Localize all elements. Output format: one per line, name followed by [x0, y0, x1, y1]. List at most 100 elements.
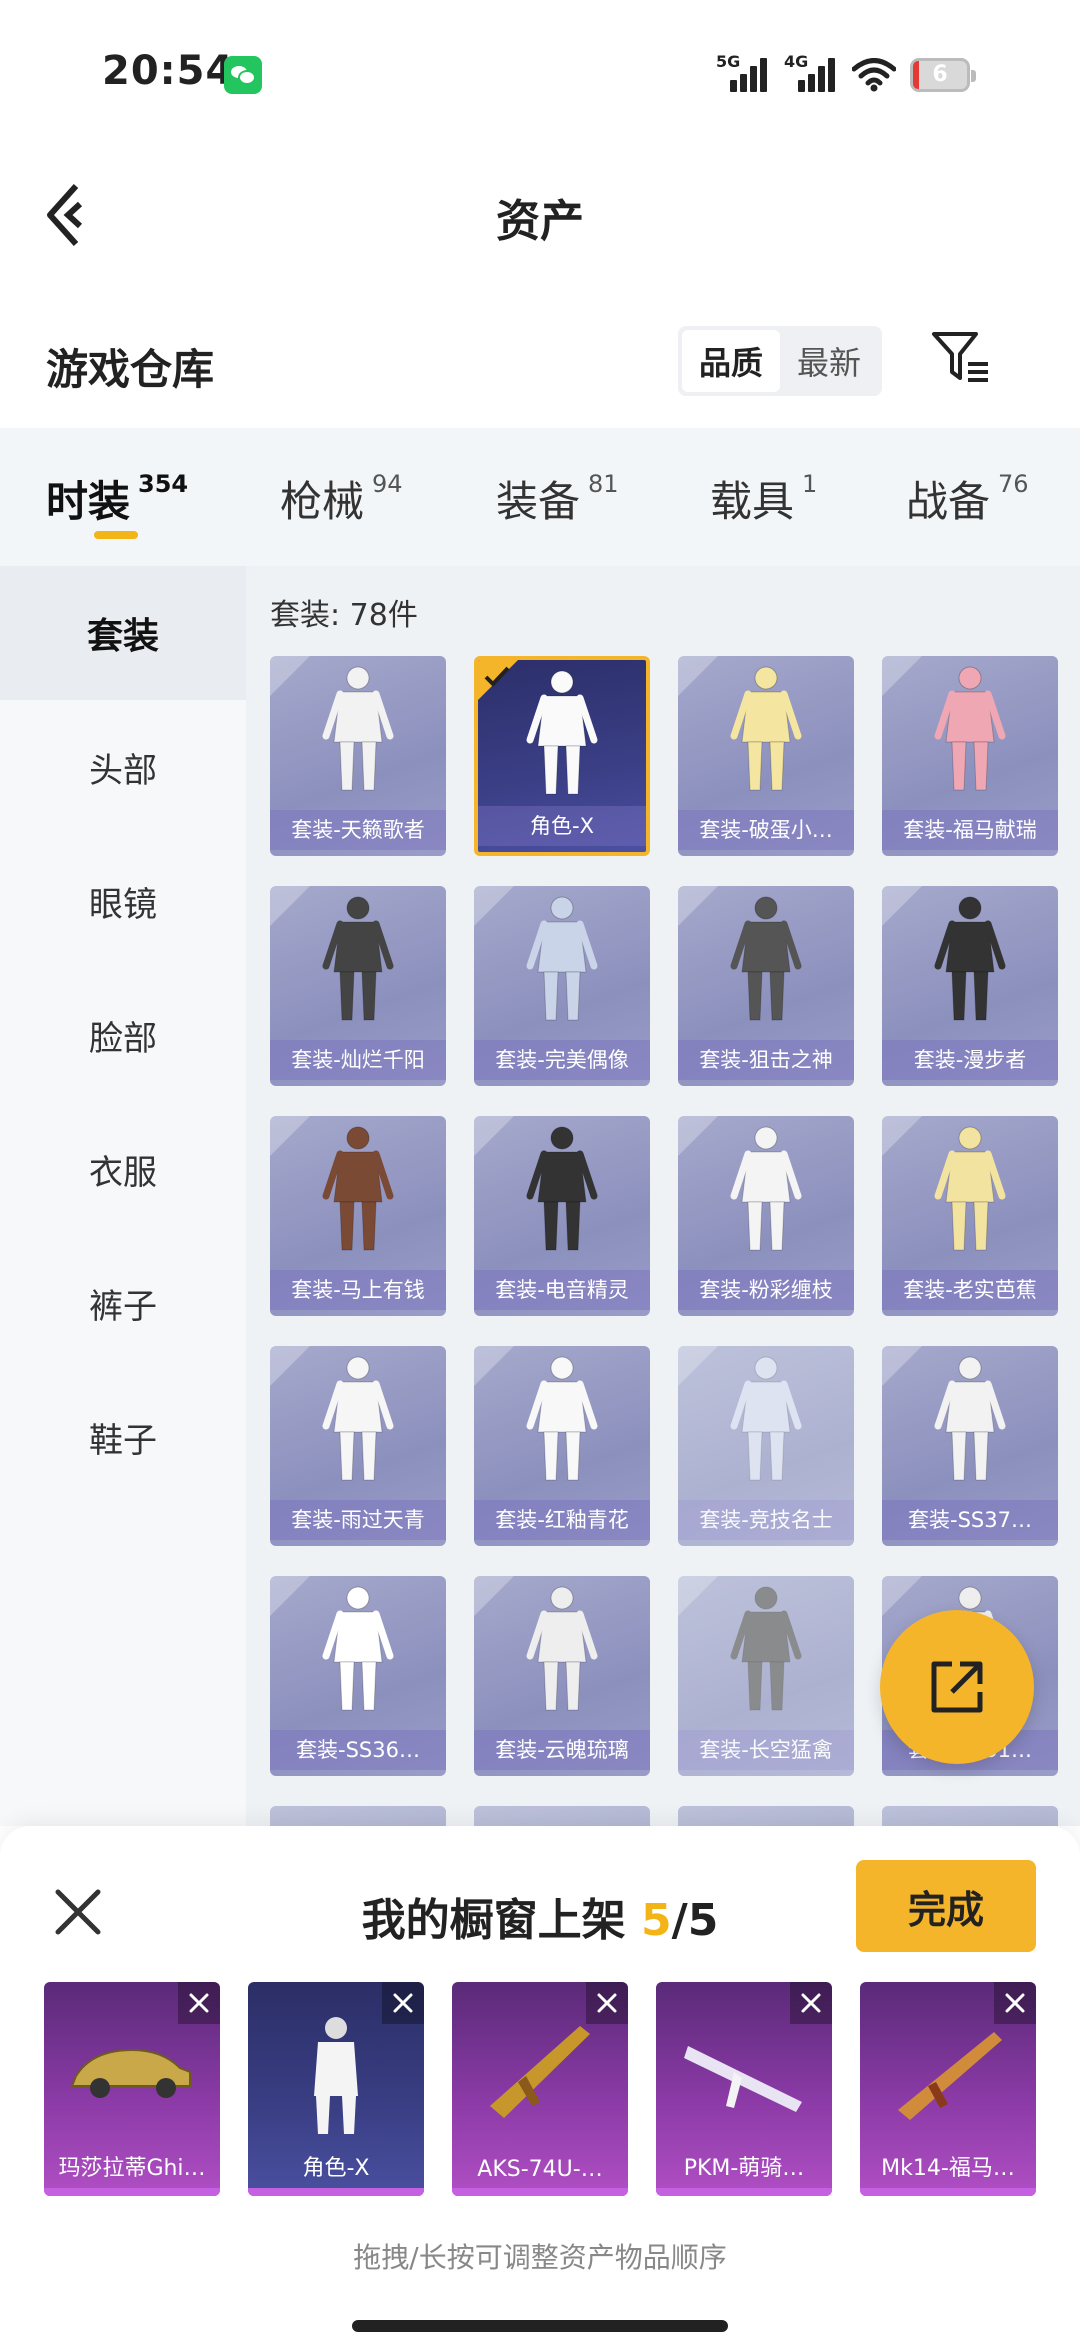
- wechat-notification-icon: [224, 56, 262, 94]
- outfit-figure-icon: [730, 896, 802, 1021]
- sidebar-item-clothes[interactable]: 衣服: [0, 1102, 246, 1236]
- item-card-partial[interactable]: [678, 1806, 854, 1826]
- item-card[interactable]: 套装-长空猛禽: [678, 1576, 854, 1776]
- remove-item-button[interactable]: [586, 1982, 628, 2024]
- sort-toggle: 品质 最新: [678, 326, 882, 396]
- outfit-figure-icon: [322, 666, 394, 791]
- filter-icon[interactable]: [930, 330, 992, 386]
- item-card-name: 套装-灿烂千阳: [270, 1040, 446, 1080]
- shelf-current-count: 5: [641, 1895, 672, 1946]
- item-thumbnail: [678, 656, 854, 804]
- reorder-hint: 拖拽/长按可调整资产物品顺序: [353, 2241, 727, 2274]
- sort-latest-button[interactable]: 最新: [780, 330, 878, 392]
- share-button[interactable]: [880, 1610, 1034, 1764]
- item-card-name: 套装-漫步者: [882, 1040, 1058, 1080]
- sidebar-item-pants[interactable]: 裤子: [0, 1236, 246, 1370]
- shelf-panel: 我的橱窗上架 5/5 完成 玛莎拉蒂Ghi… 角色-X AKS-74U-… PKM-萌…: [0, 1826, 1080, 2345]
- outfit-figure-icon: [526, 1586, 598, 1711]
- item-card[interactable]: 套装-漫步者: [882, 886, 1058, 1086]
- item-card-partial[interactable]: [270, 1806, 446, 1826]
- close-icon: [1005, 1993, 1025, 2013]
- item-card-name: 套装-老实芭蕉: [882, 1270, 1058, 1310]
- tab-active-indicator: [94, 531, 138, 539]
- item-card-partial[interactable]: [882, 1806, 1058, 1826]
- item-card[interactable]: 套装-红釉青花: [474, 1346, 650, 1546]
- item-card[interactable]: 套装-马上有钱: [270, 1116, 446, 1316]
- item-card[interactable]: 套装-SS36…: [270, 1576, 446, 1776]
- item-card-name: 套装-雨过天青: [270, 1500, 446, 1540]
- sidebar-item-suits[interactable]: 套装: [0, 566, 246, 700]
- close-icon: [393, 1993, 413, 2013]
- tab-guns[interactable]: 枪械 94: [280, 468, 403, 529]
- character-icon: [314, 2017, 358, 2134]
- item-card[interactable]: 套装-云魄琉璃: [474, 1576, 650, 1776]
- item-card[interactable]: 套装-粉彩缠枝: [678, 1116, 854, 1316]
- tab-equipment[interactable]: 装备 81: [496, 468, 619, 529]
- sort-quality-button[interactable]: 品质: [682, 330, 780, 392]
- tab-label: 枪械: [280, 477, 365, 526]
- remove-item-button[interactable]: [994, 1982, 1036, 2024]
- close-icon: [189, 1993, 209, 2013]
- tab-count: 94: [372, 470, 403, 498]
- sidebar-item-shoes[interactable]: 鞋子: [0, 1370, 246, 1504]
- item-card[interactable]: 套装-老实芭蕉: [882, 1116, 1058, 1316]
- tab-count: 76: [998, 470, 1029, 498]
- tab-supplies[interactable]: 战备 76: [906, 468, 1029, 529]
- sidebar-item-head[interactable]: 头部: [0, 700, 246, 834]
- item-card-partial[interactable]: [474, 1806, 650, 1826]
- tab-count: 354: [138, 470, 189, 498]
- remove-item-button[interactable]: [382, 1982, 424, 2024]
- item-card[interactable]: 套装-狙击之神: [678, 886, 854, 1086]
- outfit-figure-icon: [322, 1126, 394, 1251]
- shelf-item-card[interactable]: AKS-74U-…: [452, 1982, 628, 2196]
- item-card[interactable]: 套装-福马献瑞: [882, 656, 1058, 856]
- item-card-name: 套装-破蛋小…: [678, 810, 854, 850]
- done-button[interactable]: 完成: [856, 1860, 1036, 1952]
- item-card-name: 套装-云魄琉璃: [474, 1730, 650, 1770]
- item-thumbnail: [882, 1116, 1058, 1264]
- home-indicator[interactable]: [352, 2320, 728, 2332]
- remove-item-button[interactable]: [790, 1982, 832, 2024]
- tab-fashion[interactable]: 时装 354: [46, 468, 188, 529]
- shelf-title-text: 我的橱窗上架: [361, 1895, 626, 1946]
- rifle-icon: [490, 2026, 590, 2118]
- outfit-figure-icon: [730, 1586, 802, 1711]
- shelf-item-card[interactable]: PKM-萌骑…: [656, 1982, 832, 2196]
- shelf-item-card[interactable]: 玛莎拉蒂Ghi…: [44, 1982, 220, 2196]
- signal-4g-icon: 4G: [784, 52, 844, 92]
- wifi-icon: [852, 58, 896, 92]
- item-card[interactable]: 套装-雨过天青: [270, 1346, 446, 1546]
- outfit-figure-icon: [526, 1126, 598, 1251]
- item-card[interactable]: 套装-SS37…: [882, 1346, 1058, 1546]
- item-card[interactable]: 套装-破蛋小…: [678, 656, 854, 856]
- item-card[interactable]: 套装-灿烂千阳: [270, 886, 446, 1086]
- outfit-figure-icon: [934, 666, 1006, 791]
- select-corner: [678, 1346, 718, 1386]
- outfit-figure-icon: [322, 1356, 394, 1481]
- item-card-name: 套装-SS37…: [882, 1500, 1058, 1540]
- close-icon: [801, 1993, 821, 2013]
- outfit-figure-icon: [526, 1356, 598, 1481]
- battery-level: 6: [932, 62, 948, 87]
- item-card[interactable]: 套装-电音精灵: [474, 1116, 650, 1316]
- sidebar-item-glasses[interactable]: 眼镜: [0, 834, 246, 968]
- sidebar: 套装 头部 眼镜 脸部 衣服 裤子 鞋子: [0, 566, 246, 1826]
- item-card-name: 套装-狙击之神: [678, 1040, 854, 1080]
- item-card[interactable]: 套装-天籁歌者: [270, 656, 446, 856]
- item-card[interactable]: 角色-X: [474, 656, 650, 856]
- status-time: 20:54: [102, 48, 235, 94]
- outfit-figure-icon: [934, 1126, 1006, 1251]
- shelf-item-card[interactable]: 角色-X: [248, 1982, 424, 2196]
- remove-item-button[interactable]: [178, 1982, 220, 2024]
- outfit-figure-icon: [526, 896, 598, 1021]
- item-card[interactable]: 套装-竞技名士: [678, 1346, 854, 1546]
- item-card[interactable]: 套装-完美偶像: [474, 886, 650, 1086]
- item-card-name: 套装-红釉青花: [474, 1500, 650, 1540]
- item-thumbnail: [270, 886, 446, 1034]
- tab-vehicles[interactable]: 载具 1: [710, 468, 817, 529]
- sidebar-item-face[interactable]: 脸部: [0, 968, 246, 1102]
- item-rarity-bar: [860, 2188, 1036, 2196]
- page-title: 资产: [496, 196, 584, 247]
- section-title: 游戏仓库: [46, 345, 215, 394]
- shelf-item-card[interactable]: Mk14-福马…: [860, 1982, 1036, 2196]
